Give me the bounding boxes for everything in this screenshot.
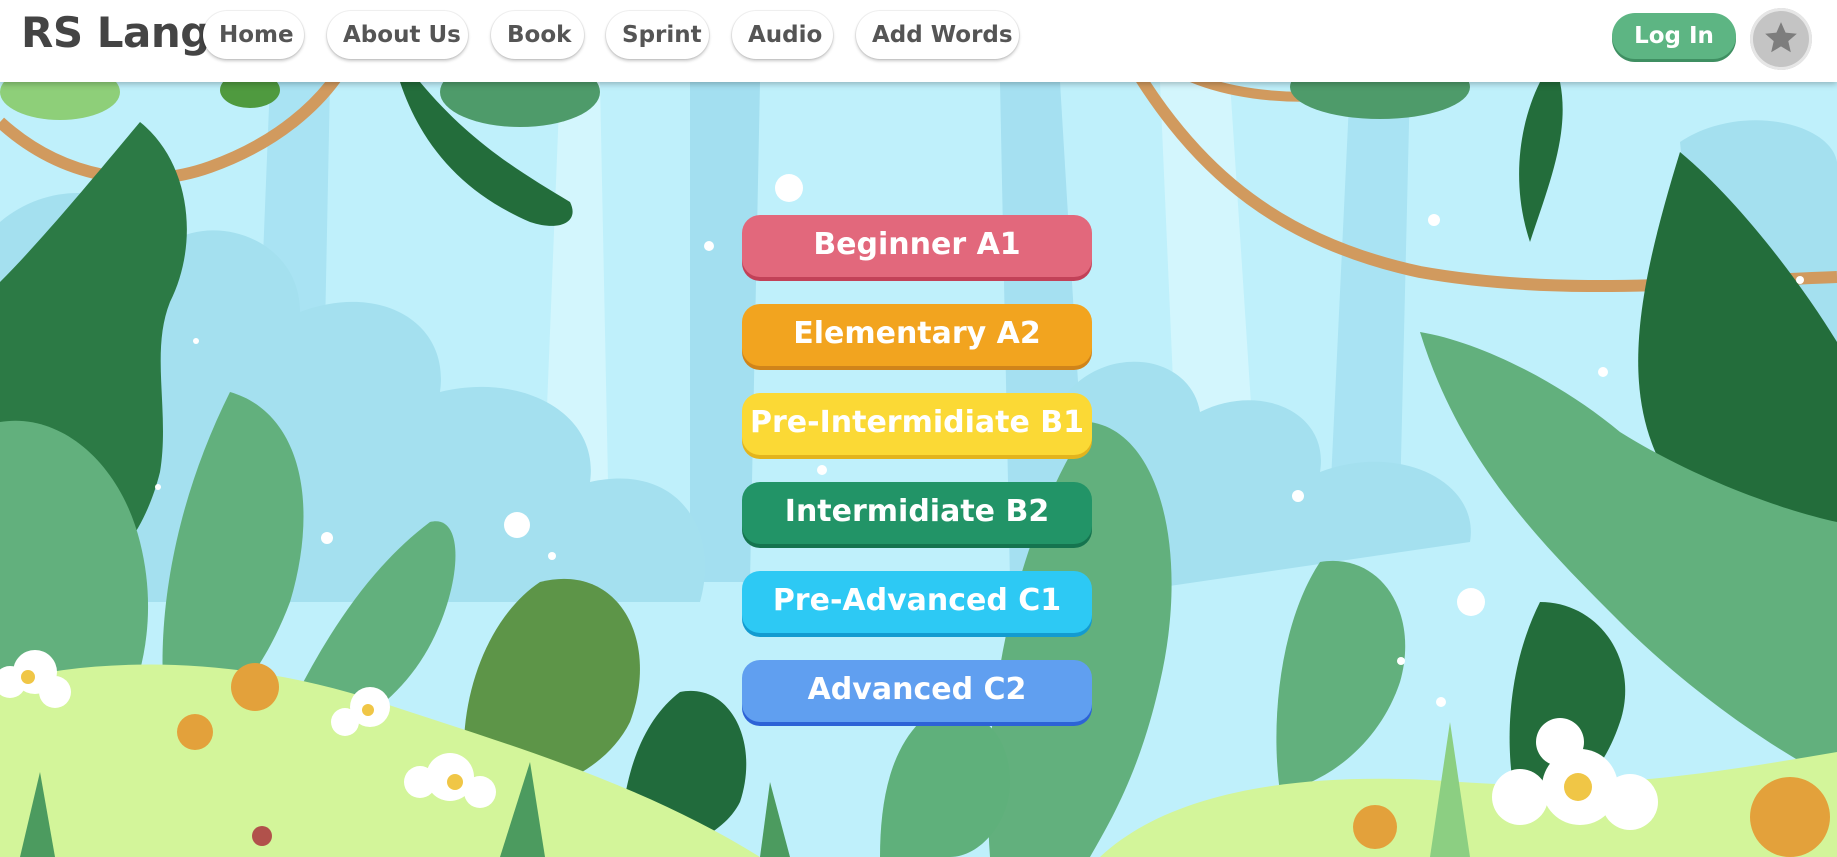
login-button[interactable]: Log In: [1612, 13, 1736, 59]
level-pre-intermidiate-b1-button[interactable]: Pre-Intermidiate B1: [742, 393, 1092, 455]
jungle-background: Beginner A1 Elementary A2 Pre-Intermidia…: [0, 82, 1837, 857]
nav-audio-button[interactable]: Audio: [732, 11, 833, 59]
avatar[interactable]: [1750, 8, 1812, 70]
nav-add-words-button[interactable]: Add Words: [856, 11, 1019, 59]
level-beginner-a1-button[interactable]: Beginner A1: [742, 215, 1092, 277]
jungle-illustration: [0, 82, 1837, 857]
star-icon: [1765, 22, 1797, 53]
nav-sprint-button[interactable]: Sprint: [606, 11, 709, 59]
level-advanced-c2-button[interactable]: Advanced C2: [742, 660, 1092, 722]
level-intermidiate-b2-button[interactable]: Intermidiate B2: [742, 482, 1092, 544]
nav-home-button[interactable]: Home: [203, 11, 304, 59]
nav-about-us-button[interactable]: About Us: [327, 11, 468, 59]
nav-book-button[interactable]: Book: [491, 11, 584, 59]
level-elementary-a2-button[interactable]: Elementary A2: [742, 304, 1092, 366]
level-pre-advanced-c1-button[interactable]: Pre-Advanced C1: [742, 571, 1092, 633]
logo[interactable]: RS Lang: [21, 8, 210, 57]
header: RS Lang Home About Us Book Sprint Audio …: [0, 0, 1837, 82]
